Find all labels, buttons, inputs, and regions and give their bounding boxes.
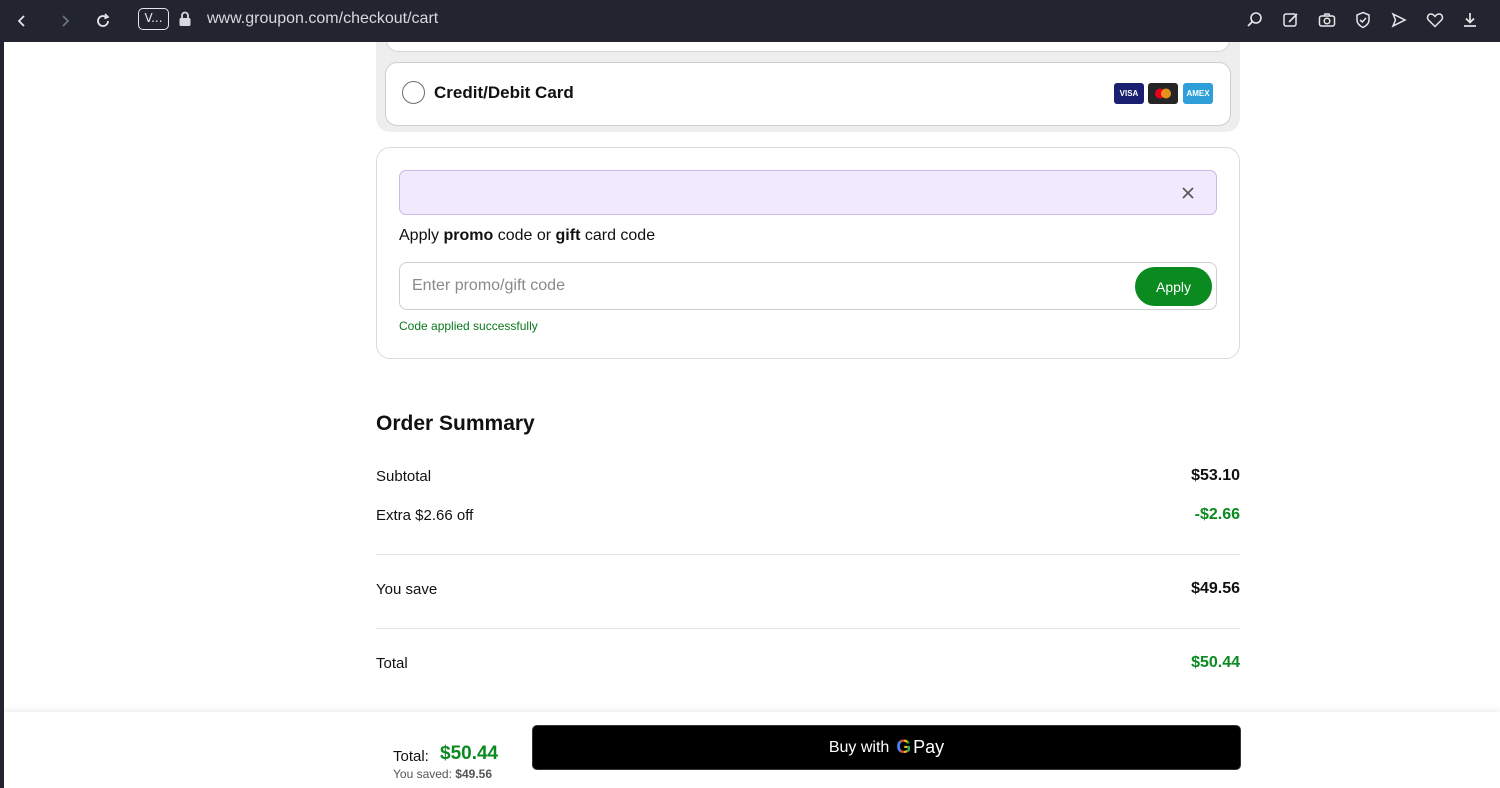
payment-option-card[interactable]: Credit/Debit Card VISA AMEX <box>385 62 1231 126</box>
heart-icon[interactable] <box>1424 9 1446 31</box>
amex-icon: AMEX <box>1183 83 1213 104</box>
forward-icon[interactable] <box>53 9 77 33</box>
lock-icon <box>179 11 191 26</box>
close-icon[interactable] <box>1178 183 1198 203</box>
promo-success-message: Code applied successfully <box>399 319 538 333</box>
reload-icon[interactable] <box>91 9 115 33</box>
buy-with-gpay-button[interactable]: Buy with G Pay <box>532 725 1241 770</box>
you-save-label: You save <box>376 581 438 598</box>
promo-input-field: Apply <box>399 262 1217 310</box>
subtotal-value: $53.10 <box>1191 467 1240 484</box>
download-icon[interactable] <box>1459 9 1481 31</box>
visa-icon: VISA <box>1114 83 1144 104</box>
send-icon[interactable] <box>1388 9 1410 31</box>
footer-total-value: $50.44 <box>440 743 499 764</box>
edit-icon[interactable] <box>1280 9 1302 31</box>
page-content: Credit/Debit Card VISA AMEX Apply promo … <box>4 42 1500 788</box>
checkout-bottom-bar: Total: $50.44 You saved: $49.56 Buy with… <box>4 712 1500 788</box>
you-save-row: You save $49.56 <box>376 579 1240 603</box>
previous-payment-option[interactable] <box>386 42 1230 52</box>
shield-icon[interactable] <box>1352 9 1374 31</box>
total-value: $50.44 <box>1191 654 1240 671</box>
promo-title: Apply promo code or gift card code <box>399 227 656 244</box>
discount-row: Extra $2.66 off -$2.66 <box>376 505 1240 529</box>
promo-banner <box>399 170 1217 215</box>
you-save-value: $49.56 <box>1191 580 1240 597</box>
gpay-pay-label: Pay <box>913 737 945 757</box>
footer-saved-value: $49.56 <box>455 767 492 781</box>
footer-saved: You saved: $49.56 <box>393 767 492 781</box>
card-radio-button[interactable] <box>402 81 425 104</box>
promo-code-input[interactable] <box>412 273 1112 299</box>
address-bar-url[interactable]: www.groupon.com/checkout/cart <box>207 9 438 29</box>
order-summary-title: Order Summary <box>376 412 535 435</box>
discount-label: Extra $2.66 off <box>376 507 474 524</box>
subtotal-row: Subtotal $53.10 <box>376 466 1240 490</box>
total-row: Total $50.44 <box>376 653 1240 677</box>
footer-total-label: Total: <box>393 748 429 765</box>
subtotal-label: Subtotal <box>376 468 432 485</box>
back-icon[interactable] <box>10 9 34 33</box>
divider <box>376 554 1240 555</box>
payment-methods: Credit/Debit Card VISA AMEX <box>376 42 1240 132</box>
search-icon[interactable] <box>1244 9 1266 31</box>
buy-with-label: Buy with <box>828 738 890 756</box>
footer-saved-label: You saved: <box>393 767 452 781</box>
divider <box>376 628 1240 629</box>
tab-badge[interactable]: V... <box>138 8 169 30</box>
camera-icon[interactable] <box>1316 9 1338 31</box>
apply-button[interactable]: Apply <box>1135 267 1212 306</box>
mastercard-icon <box>1148 83 1178 104</box>
total-label: Total <box>376 655 408 672</box>
promo-section: Apply promo code or gift card code Apply… <box>376 147 1240 359</box>
browser-toolbar: V... www.groupon.com/checkout/cart <box>0 0 1500 42</box>
discount-value: -$2.66 <box>1194 506 1240 523</box>
payment-option-label: Credit/Debit Card <box>434 83 574 102</box>
google-g-icon: G <box>896 736 912 758</box>
